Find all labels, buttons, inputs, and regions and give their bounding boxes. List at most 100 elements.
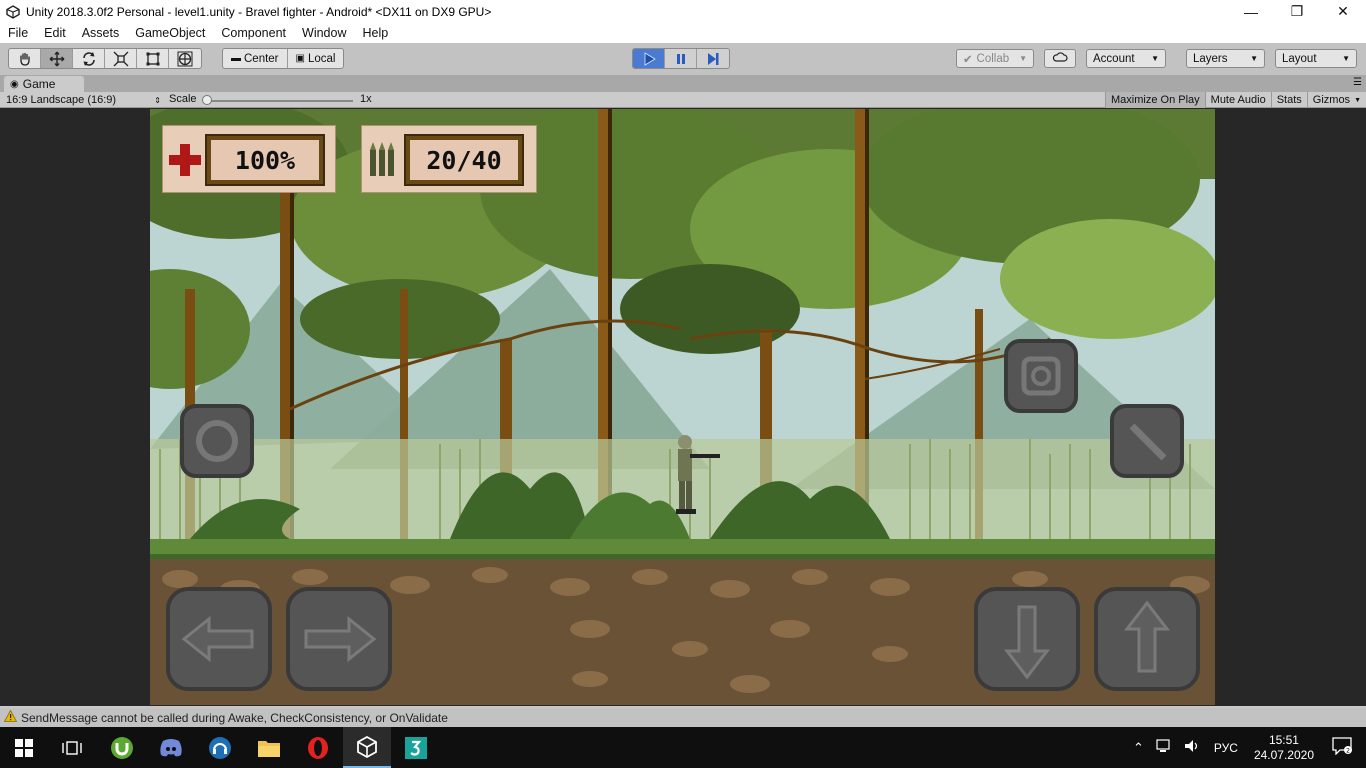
step-button[interactable]	[697, 49, 729, 68]
panel-tab-bar: ◉ Game ☰	[0, 75, 1366, 92]
menu-gameobject[interactable]: GameObject	[127, 26, 213, 40]
menu-file[interactable]: File	[0, 26, 36, 40]
game-viewport: 100% 20/40	[0, 108, 1366, 706]
scale-label: Scale	[169, 93, 197, 105]
caret-down-icon: ▼	[1019, 54, 1027, 63]
system-tray: ⌃ РУС 15:51 24.07.2020 2	[1127, 727, 1366, 768]
pause-button[interactable]	[665, 49, 697, 68]
health-cross-icon	[169, 144, 201, 176]
aspect-dropdown[interactable]: 16:9 Landscape (16:9) ⇕	[6, 93, 164, 107]
utorrent-taskbar-item[interactable]	[98, 727, 146, 768]
file-explorer-taskbar-item[interactable]	[245, 727, 293, 768]
up-arrow-button[interactable]	[1092, 585, 1202, 693]
tab-game[interactable]: ◉ Game	[4, 76, 84, 92]
network-icon[interactable]	[1150, 739, 1178, 756]
title-bar: Unity 2018.3.0f2 Personal - level1.unity…	[0, 0, 1366, 23]
3d-app-icon	[405, 736, 427, 759]
play-button[interactable]	[633, 49, 665, 68]
layers-dropdown[interactable]: Layers ▼	[1186, 49, 1265, 68]
opera-taskbar-item[interactable]	[294, 727, 342, 768]
pivot-center-button[interactable]: ▬ Center	[223, 49, 288, 68]
gizmos-dropdown[interactable]: Gizmos ▼	[1306, 92, 1366, 108]
layout-dropdown[interactable]: Layout ▼	[1275, 49, 1357, 68]
account-dropdown[interactable]: Account ▼	[1086, 49, 1166, 68]
cube-icon: ▣	[295, 53, 305, 64]
rotate-icon[interactable]	[73, 49, 105, 68]
right-arrow-button[interactable]	[284, 585, 394, 693]
knife-button[interactable]	[1108, 402, 1186, 480]
close-icon[interactable]: ✕	[1320, 0, 1366, 23]
3dsmax-taskbar-item[interactable]	[392, 727, 440, 768]
maximize-on-play-toggle[interactable]: Maximize On Play	[1105, 92, 1205, 108]
minimize-icon[interactable]: —	[1228, 0, 1274, 23]
hand-icon[interactable]	[9, 49, 41, 68]
language-indicator[interactable]: РУС	[1206, 741, 1246, 755]
menu-bar: File Edit Assets GameObject Component Wi…	[0, 23, 1366, 43]
folder-icon	[258, 740, 280, 757]
play-controls	[632, 48, 730, 69]
tab-game-label: Game	[22, 77, 56, 91]
discord-icon	[160, 738, 182, 756]
left-arrow-button[interactable]	[164, 585, 274, 693]
gizmos-label: Gizmos	[1312, 94, 1351, 106]
updown-icon: ⇕	[154, 95, 161, 105]
ammo-value: 20/40	[404, 134, 524, 186]
reload-button[interactable]	[178, 402, 256, 480]
clock[interactable]: 15:51 24.07.2020	[1246, 733, 1322, 763]
unity-logo-icon	[4, 3, 22, 21]
console-status-bar[interactable]: SendMessage cannot be called during Awak…	[0, 708, 1366, 727]
rect-icon[interactable]	[137, 49, 169, 68]
restore-icon[interactable]: ❐	[1274, 0, 1320, 23]
caret-down-icon: ▼	[1250, 54, 1258, 63]
transform-icon[interactable]	[169, 49, 201, 68]
collab-label: Collab	[976, 52, 1010, 65]
account-label: Account	[1093, 52, 1135, 65]
layout-label: Layout	[1282, 52, 1317, 65]
scale-value: 1x	[360, 93, 372, 105]
status-message: SendMessage cannot be called during Awak…	[21, 710, 448, 725]
svg-text:2: 2	[1346, 748, 1350, 755]
menu-edit[interactable]: Edit	[36, 26, 74, 40]
pivot-local-button[interactable]: ▣ Local	[288, 49, 344, 68]
panel-menu-icon[interactable]: ☰	[1353, 77, 1362, 88]
task-view-button[interactable]	[48, 727, 96, 768]
teamspeak-taskbar-item[interactable]	[196, 727, 244, 768]
menu-help[interactable]: Help	[354, 26, 396, 40]
menu-assets[interactable]: Assets	[74, 26, 128, 40]
grenade-button[interactable]	[1002, 337, 1080, 415]
clock-time: 15:51	[1268, 732, 1299, 747]
pivot-tools: ▬ Center ▣ Local	[222, 48, 345, 69]
caret-down-icon: ▼	[1151, 54, 1159, 63]
start-button[interactable]	[0, 727, 48, 768]
notifications-icon[interactable]: 2	[1322, 737, 1366, 758]
pivot-label: Center	[244, 52, 279, 65]
main-toolbar: ▬ Center ▣ Local ✔ Collab ▼ Account ▼ La…	[0, 43, 1366, 75]
cloud-button[interactable]	[1044, 49, 1076, 68]
discord-taskbar-item[interactable]	[147, 727, 195, 768]
scale-icon[interactable]	[105, 49, 137, 68]
scale-slider-thumb[interactable]	[202, 95, 212, 105]
volume-icon[interactable]	[1178, 739, 1206, 756]
ammo-panel: 20/40	[361, 125, 537, 193]
game-icon: ◉	[10, 78, 19, 90]
game-screen[interactable]: 100% 20/40	[150, 109, 1215, 705]
menu-component[interactable]: Component	[213, 26, 294, 40]
mute-audio-toggle[interactable]: Mute Audio	[1204, 92, 1271, 108]
headset-icon	[209, 736, 231, 759]
move-icon[interactable]	[41, 49, 73, 68]
clock-date: 24.07.2020	[1253, 747, 1314, 762]
check-icon: ✔	[963, 53, 973, 66]
windows-taskbar: ⌃ РУС 15:51 24.07.2020 2	[0, 727, 1366, 768]
menu-window[interactable]: Window	[294, 26, 354, 40]
down-arrow-button[interactable]	[972, 585, 1082, 693]
warning-icon	[3, 709, 18, 725]
layers-label: Layers	[1193, 52, 1228, 65]
windows-logo-icon	[15, 738, 33, 757]
collab-button[interactable]: ✔ Collab ▼	[956, 49, 1034, 68]
chevron-up-icon[interactable]: ⌃	[1127, 740, 1150, 756]
stats-toggle[interactable]: Stats	[1270, 92, 1307, 108]
unity-taskbar-item[interactable]	[343, 727, 391, 768]
health-panel: 100%	[162, 125, 336, 193]
space-label: Local	[307, 52, 336, 65]
scale-slider-track[interactable]	[205, 100, 353, 102]
